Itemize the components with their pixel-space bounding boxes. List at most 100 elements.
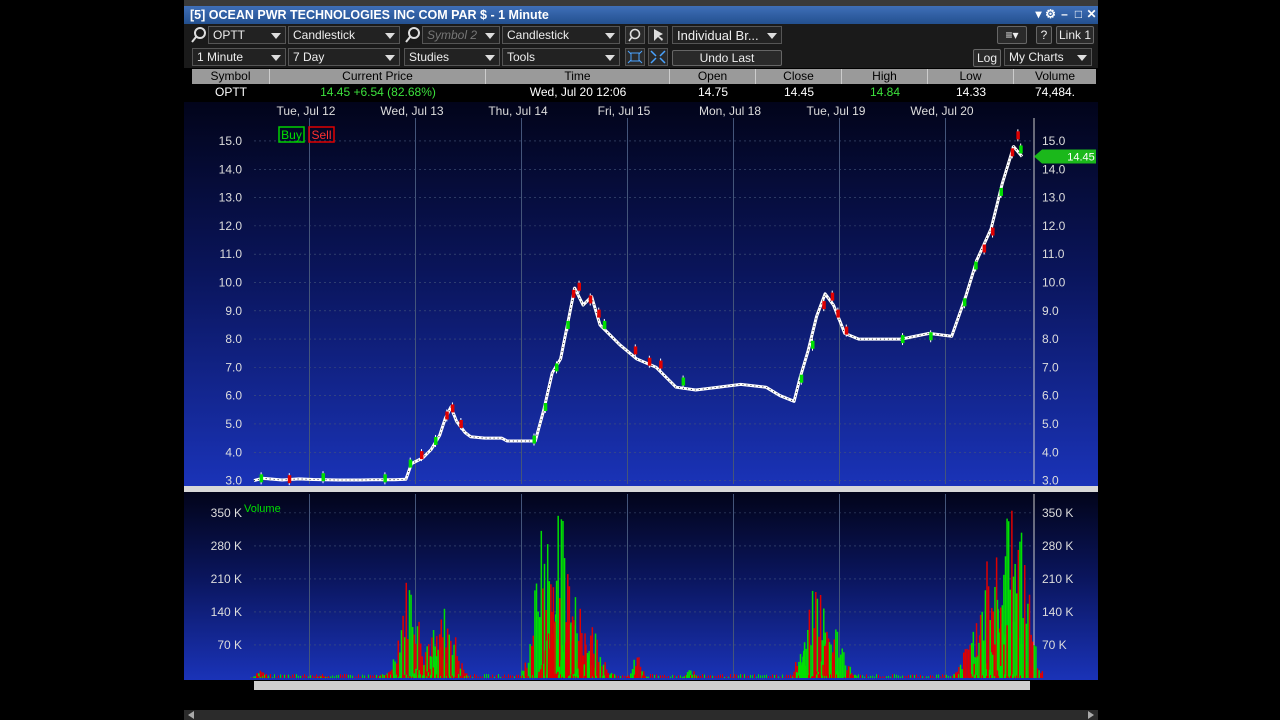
volume-bar: [724, 676, 725, 678]
volume-bar: [954, 675, 955, 678]
volume-bar: [296, 674, 297, 678]
vol-tick-label-right: 140 K: [1042, 605, 1073, 619]
volume-bar: [528, 676, 529, 678]
scroll-left-icon[interactable]: [188, 711, 194, 719]
time-scrollbar[interactable]: [254, 681, 1030, 690]
volume-bar: [286, 674, 287, 678]
volume-bar: [664, 675, 665, 678]
volume-bar: [698, 675, 699, 678]
volume-bar: [593, 653, 595, 678]
volume-bar: [302, 675, 303, 678]
volume-bar: [944, 675, 945, 678]
volume-bar: [628, 675, 629, 678]
horizontal-scrollbar[interactable]: [184, 710, 1098, 720]
volume-bar: [728, 676, 729, 678]
x-tick-label: Tue, Jul 19: [807, 104, 866, 118]
volume-bar: [841, 648, 844, 678]
volume-bar: [912, 674, 913, 678]
volume-bar: [1041, 671, 1044, 678]
volume-bar: [558, 675, 559, 678]
volume-bar: [606, 676, 607, 678]
volume-bar: [272, 676, 273, 678]
volume-bar: [1028, 594, 1031, 678]
volume-bar: [278, 675, 279, 678]
pane-splitter[interactable]: [184, 486, 1098, 492]
volume-bar: [784, 676, 785, 678]
volume-bar: [537, 611, 539, 678]
volume-bar: [788, 675, 789, 678]
volume-bar: [392, 674, 393, 678]
volume-bar: [510, 675, 511, 678]
volume-bar: [253, 676, 255, 678]
volume-bar: [562, 676, 563, 678]
volume-bar: [1016, 675, 1017, 678]
volume-bar: [644, 675, 645, 678]
volume-bar: [974, 674, 975, 678]
volume-bar: [936, 674, 937, 678]
volume-bar: [662, 675, 663, 678]
x-tick-label: Wed, Jul 20: [910, 104, 973, 118]
volume-bar: [352, 675, 353, 678]
volume-bar: [805, 648, 807, 678]
volume-bar: [932, 675, 933, 678]
volume-bar: [712, 675, 713, 678]
volume-bar: [318, 676, 319, 678]
volume-bar: [482, 676, 483, 678]
volume-bar: [1035, 646, 1037, 678]
chart-area[interactable]: Tue, Jul 12 Wed, Jul 13 Thu, Jul 14 Fri, Ju…: [184, 0, 1098, 720]
vol-tick-label-left: 350 K: [211, 506, 242, 520]
volume-bar: [412, 676, 413, 678]
candle-down: [287, 475, 292, 484]
volume-bar: [688, 676, 689, 678]
volume-bar: [720, 674, 721, 678]
volume-bar: [666, 676, 667, 678]
volume-bar: [634, 674, 635, 678]
volume-bar: [1004, 634, 1007, 678]
volume-bar: [524, 662, 527, 678]
volume-bar: [864, 676, 865, 678]
last-price-label: 14.45: [1067, 152, 1095, 164]
volume-bar: [259, 670, 262, 678]
volume-bar: [979, 614, 982, 678]
volume-bar: [638, 676, 639, 678]
volume-bar: [758, 674, 759, 678]
volume-bar: [527, 662, 530, 678]
volume-bar: [680, 675, 681, 678]
candle-down: [459, 419, 463, 428]
volume-bar: [364, 675, 365, 678]
volume-bar: [542, 676, 543, 678]
volume-bar: [454, 676, 455, 678]
volume-bar: [336, 675, 337, 678]
volume-bar: [563, 652, 566, 678]
volume-bar: [453, 644, 455, 678]
volume-bar: [882, 676, 883, 678]
volume-bar: [292, 674, 293, 678]
volume-bar: [322, 674, 323, 678]
volume-bar: [448, 634, 450, 678]
volume-bar: [428, 676, 429, 678]
vol-tick-label-right: 210 K: [1042, 572, 1073, 586]
volume-bar: [332, 675, 333, 678]
volume-bar: [410, 594, 412, 678]
y-tick-label-right: 6.0: [1042, 389, 1059, 403]
scroll-right-icon[interactable]: [1088, 711, 1094, 719]
volume-bar: [686, 675, 687, 678]
volume-bar: [456, 656, 458, 678]
volume-bar: [827, 650, 829, 678]
volume-bar: [591, 627, 594, 678]
volume-bar: [812, 676, 813, 678]
volume-bar: [800, 674, 801, 678]
volume-bar: [748, 675, 749, 678]
y-tick-label-left: 8.0: [225, 332, 242, 346]
volume-bar: [520, 675, 521, 678]
volume-bar: [690, 675, 691, 678]
volume-bar: [316, 674, 317, 678]
volume-bar: [962, 674, 963, 678]
volume-bar: [512, 675, 513, 678]
candle-up: [811, 340, 815, 349]
candle-up: [999, 187, 1003, 196]
volume-bar: [858, 674, 859, 678]
volume-bar: [598, 676, 599, 678]
volume-bar: [960, 675, 961, 678]
y-tick-label-left: 3.0: [225, 474, 242, 488]
